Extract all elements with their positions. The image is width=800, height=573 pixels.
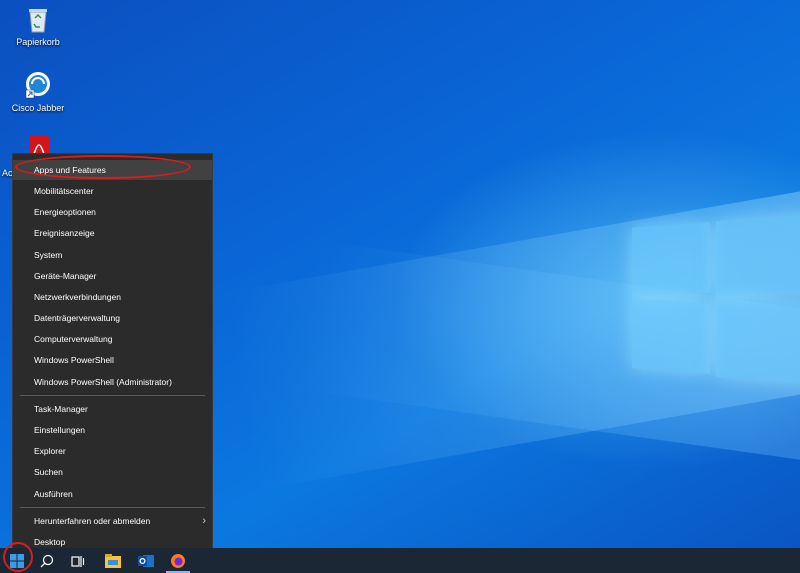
desktop-icon-label-partial: Ac <box>2 168 13 178</box>
chevron-right-icon: › <box>202 515 206 527</box>
menu-item-task-manager[interactable]: Task-Manager <box>13 399 212 419</box>
menu-item-disk-management[interactable]: Datenträgerverwaltung <box>13 308 212 328</box>
firefox-button[interactable] <box>163 548 193 573</box>
search-icon <box>40 554 54 567</box>
file-explorer-icon <box>105 553 121 568</box>
search-button[interactable] <box>32 548 62 573</box>
desktop-icon-cisco-jabber[interactable]: Cisco Jabber <box>6 70 70 113</box>
desktop-icon-recycle-bin[interactable]: Papierkorb <box>6 4 70 47</box>
menu-item-explorer[interactable]: Explorer <box>13 441 212 461</box>
menu-item-network-connections[interactable]: Netzwerkverbindungen <box>13 287 212 307</box>
desktop-icon-label: Papierkorb <box>16 37 60 47</box>
start-icon <box>10 553 24 568</box>
outlook-button[interactable] <box>131 548 161 573</box>
menu-item-event-viewer[interactable]: Ereignisanzeige <box>13 223 212 243</box>
task-view-button[interactable] <box>63 548 93 573</box>
menu-item-run[interactable]: Ausführen <box>13 484 212 504</box>
menu-separator <box>20 395 205 396</box>
desktop-icon-label: Cisco Jabber <box>11 103 65 113</box>
task-view-icon <box>71 555 85 567</box>
menu-item-computer-management[interactable]: Computerverwaltung <box>13 329 212 349</box>
menu-item-shutdown-signout[interactable]: Herunterfahren oder abmelden › <box>13 511 212 531</box>
wallpaper-windows-logo <box>632 205 800 385</box>
menu-item-powershell[interactable]: Windows PowerShell <box>13 350 212 370</box>
file-explorer-button[interactable] <box>98 548 128 573</box>
menu-separator <box>20 507 205 508</box>
menu-item-search[interactable]: Suchen <box>13 462 212 482</box>
outlook-icon <box>138 554 154 567</box>
menu-item-label: Herunterfahren oder abmelden <box>34 516 151 526</box>
menu-item-apps-features[interactable]: Apps und Features <box>13 160 212 180</box>
menu-item-powershell-admin[interactable]: Windows PowerShell (Administrator) <box>13 372 212 392</box>
menu-item-device-manager[interactable]: Geräte-Manager <box>13 266 212 286</box>
winx-context-menu: Apps und Features Mobilitätscenter Energ… <box>12 153 213 558</box>
menu-item-power-options[interactable]: Energieoptionen <box>13 202 212 222</box>
taskbar <box>0 548 800 573</box>
menu-item-mobility-center[interactable]: Mobilitätscenter <box>13 181 212 201</box>
start-button[interactable] <box>2 548 32 573</box>
cisco-jabber-icon <box>24 70 52 100</box>
menu-item-settings[interactable]: Einstellungen <box>13 420 212 440</box>
firefox-icon <box>171 553 185 568</box>
recycle-bin-icon <box>24 4 52 34</box>
menu-item-system[interactable]: System <box>13 245 212 265</box>
